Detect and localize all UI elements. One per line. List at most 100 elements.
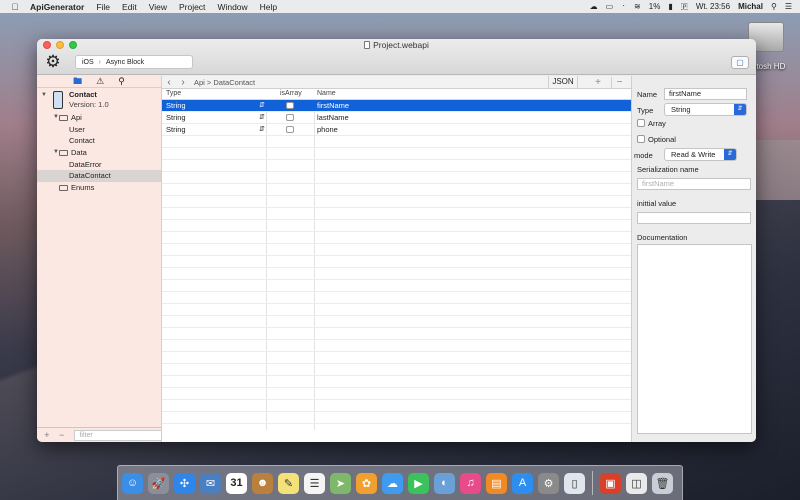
menu-edit[interactable]: Edit xyxy=(122,2,137,12)
battery-percent[interactable]: 1% xyxy=(649,2,661,11)
type-stepper-icon[interactable]: ⇵ xyxy=(259,112,265,123)
name-cell[interactable]: lastName xyxy=(317,112,349,123)
bluetooth-icon[interactable]: ᛫ xyxy=(621,2,626,11)
mode-select[interactable]: Read & Write ⇵ xyxy=(664,148,737,161)
remove-property-button[interactable]: − xyxy=(611,76,627,88)
json-button[interactable]: JSON xyxy=(548,76,578,88)
initial-value-field[interactable] xyxy=(637,212,751,224)
array-checkbox[interactable] xyxy=(637,119,645,127)
tree-item-contact[interactable]: Contact xyxy=(37,135,161,147)
menu-file[interactable]: File xyxy=(96,2,110,12)
row-separator xyxy=(162,351,631,352)
dock-preview-icon[interactable]: ◫ xyxy=(626,472,647,494)
apple-menu-icon[interactable]:  xyxy=(8,2,22,12)
optional-checkbox[interactable] xyxy=(637,135,645,143)
title-bar[interactable]: Project.webapi ⚙ iOS › Async Block ▢ xyxy=(37,39,756,75)
name-cell[interactable]: firstName xyxy=(317,100,349,111)
documentation-textarea[interactable] xyxy=(637,244,752,434)
dock-mail-icon[interactable]: ✉ xyxy=(200,472,221,494)
path-segment-style[interactable]: Async Block xyxy=(106,59,144,66)
dock-photos-icon[interactable]: ✿ xyxy=(356,472,377,494)
dock-messages-icon[interactable]: ☁ xyxy=(382,472,403,494)
filter-input[interactable]: filter xyxy=(74,429,163,441)
row-separator xyxy=(162,363,631,364)
airplay-icon[interactable]: ▭ xyxy=(606,2,614,11)
forward-arrow-icon[interactable]: › xyxy=(176,77,190,88)
serialization-name-field[interactable]: firstName xyxy=(637,178,751,190)
menu-help[interactable]: Help xyxy=(260,2,277,12)
type-cell[interactable]: String xyxy=(166,124,186,135)
tree-item-user[interactable]: User xyxy=(37,124,161,136)
type-cell[interactable]: String xyxy=(166,112,186,123)
dock-apigenerator-icon[interactable]: ▯ xyxy=(564,472,585,494)
isarray-checkbox[interactable] xyxy=(286,126,294,133)
project-tree: ▼ Contact Version: 1.0 ▼ Api User Contac… xyxy=(37,88,161,194)
creative-cloud-icon[interactable]: ☁ xyxy=(590,2,598,11)
battery-icon[interactable]: ▮ xyxy=(668,2,672,11)
remove-item-button[interactable]: − xyxy=(57,430,67,440)
type-stepper-icon[interactable]: ⇵ xyxy=(259,100,265,111)
table-row[interactable]: String ⇵ phone xyxy=(162,124,631,135)
menu-project[interactable]: Project xyxy=(179,2,205,12)
wifi-icon[interactable]: ≋ xyxy=(634,2,641,11)
dock-iphoto-icon[interactable]: ◐ xyxy=(434,472,455,494)
dock-flashcards-icon[interactable]: ▣ xyxy=(600,472,621,494)
spotlight-icon[interactable]: ⚲ xyxy=(771,2,777,11)
row-separator xyxy=(162,243,631,244)
notification-center-icon[interactable]: ☰ xyxy=(785,2,792,11)
tree-item-project[interactable]: ▼ Contact Version: 1.0 xyxy=(37,90,161,112)
dock-calendar-icon[interactable]: 31 xyxy=(226,472,247,494)
tree-folder-data[interactable]: ▼ Data xyxy=(37,147,161,159)
column-header-name[interactable]: Name xyxy=(317,90,336,97)
back-arrow-icon[interactable]: ‹ xyxy=(162,77,176,88)
hard-drive-label[interactable]: ntosh HD xyxy=(752,62,785,71)
dock-reminders-icon[interactable]: ☰ xyxy=(304,472,325,494)
column-header-type[interactable]: Type xyxy=(166,90,181,97)
dock-launchpad-icon[interactable]: 🚀 xyxy=(148,472,169,494)
dock-system-preferences-icon[interactable]: ⚙ xyxy=(538,472,559,494)
preview-device-button[interactable]: ▢ xyxy=(731,56,749,69)
app-menu[interactable]: ApiGenerator xyxy=(30,2,84,12)
menu-view[interactable]: View xyxy=(149,2,167,12)
name-field[interactable]: firstName xyxy=(664,88,747,100)
clock[interactable]: Wt. 23:56 xyxy=(696,2,730,11)
type-cell[interactable]: String xyxy=(166,100,186,111)
table-row[interactable]: String ⇵ lastName xyxy=(162,112,631,123)
folder-icon[interactable]: 🖿 xyxy=(73,74,82,90)
user-menu[interactable]: Michal xyxy=(738,2,763,11)
dock-app-store-icon[interactable]: A xyxy=(512,472,533,494)
dock-contacts-icon[interactable]: ☻ xyxy=(252,472,273,494)
dock-maps-icon[interactable]: ➤ xyxy=(330,472,351,494)
tree-folder-enums[interactable]: Enums xyxy=(37,182,161,194)
type-select[interactable]: String ⇵ xyxy=(664,103,747,116)
dock-trash-icon[interactable]: 🗑 xyxy=(652,472,673,494)
breadcrumb: Api > DataContact xyxy=(194,77,256,87)
dock-finder-icon[interactable]: ☺ xyxy=(122,472,143,494)
dock-safari-icon[interactable]: ✣ xyxy=(174,472,195,494)
disclosure-triangle-icon[interactable]: ▼ xyxy=(41,90,47,102)
dock-ibooks-icon[interactable]: ▤ xyxy=(486,472,507,494)
tree-item-datacontact[interactable]: DataContact xyxy=(37,170,161,183)
warning-icon[interactable]: ⚠ xyxy=(96,76,104,87)
table-row[interactable]: String ⇵ firstName xyxy=(162,100,631,111)
dock-notes-icon[interactable]: ✎ xyxy=(278,472,299,494)
type-stepper-icon[interactable]: ⇵ xyxy=(259,124,265,135)
dock-itunes-icon[interactable]: ♫ xyxy=(460,472,481,494)
gear-icon[interactable]: ⚙ xyxy=(44,53,62,71)
search-icon[interactable]: ⚲ xyxy=(118,76,125,87)
tree-item-dataerror[interactable]: DataError xyxy=(37,159,161,171)
add-item-button[interactable]: + xyxy=(42,430,52,440)
path-segment-platform[interactable]: iOS xyxy=(82,59,94,66)
input-source-icon[interactable]: 🇵 xyxy=(681,2,688,12)
isarray-checkbox[interactable] xyxy=(286,102,294,109)
row-separator xyxy=(162,375,631,376)
dock-facetime-icon[interactable]: ▶ xyxy=(408,472,429,494)
path-control[interactable]: iOS › Async Block xyxy=(75,55,193,69)
add-property-button[interactable]: + xyxy=(590,77,606,88)
name-cell[interactable]: phone xyxy=(317,124,338,135)
column-header-isarray[interactable]: isArray xyxy=(280,90,302,97)
row-separator xyxy=(162,207,631,208)
tree-folder-api[interactable]: ▼ Api xyxy=(37,112,161,124)
menu-window[interactable]: Window xyxy=(217,2,247,12)
isarray-checkbox[interactable] xyxy=(286,114,294,121)
